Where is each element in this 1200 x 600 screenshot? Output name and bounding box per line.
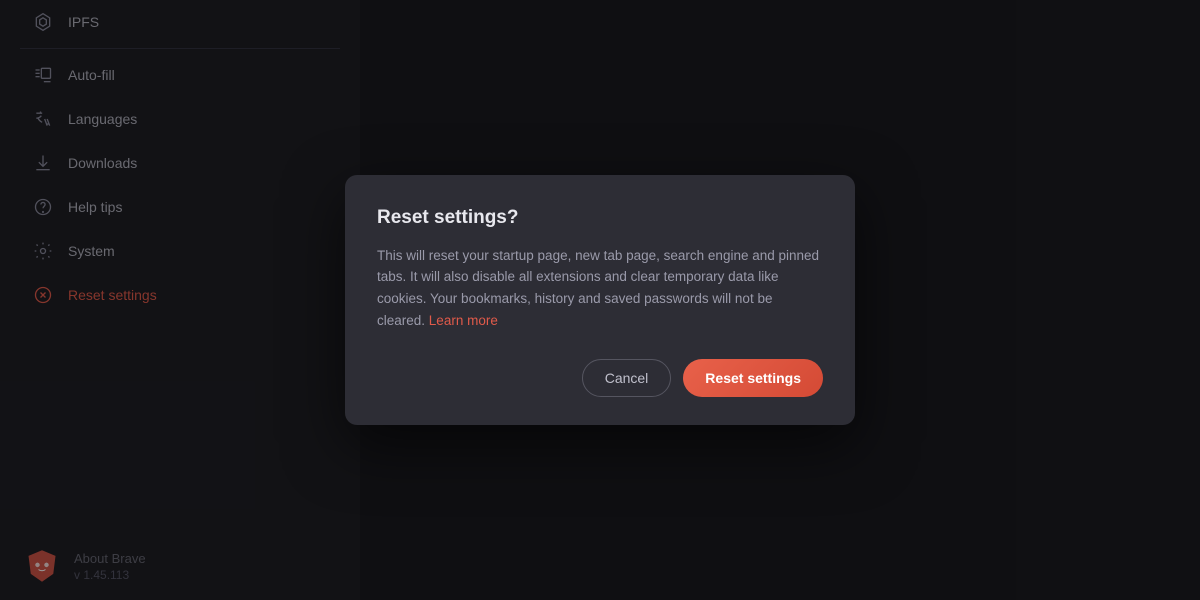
cancel-button[interactable]: Cancel bbox=[582, 359, 672, 397]
dialog-body: This will reset your startup page, new t… bbox=[377, 245, 823, 331]
reset-settings-button[interactable]: Reset settings bbox=[683, 359, 823, 397]
reset-settings-dialog: Reset settings? This will reset your sta… bbox=[345, 175, 855, 425]
dialog-actions: Cancel Reset settings bbox=[377, 359, 823, 397]
learn-more-link[interactable]: Learn more bbox=[429, 313, 498, 328]
dialog-overlay: Reset settings? This will reset your sta… bbox=[0, 0, 1200, 600]
dialog-title: Reset settings? bbox=[377, 207, 823, 229]
